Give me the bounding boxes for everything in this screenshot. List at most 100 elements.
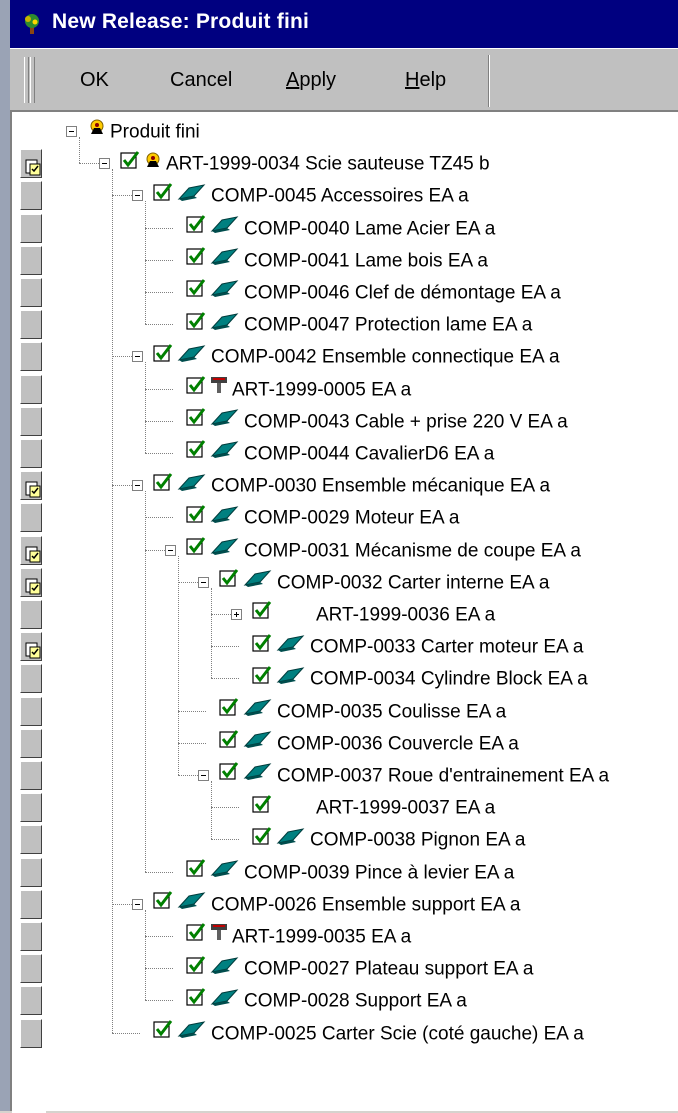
release-checkbox-icon[interactable] [252,631,272,664]
release-checkbox-icon[interactable] [252,663,272,696]
release-checkbox-icon[interactable] [219,759,239,792]
tree-item[interactable]: ART-1999-0035 EA a [173,920,411,953]
tree-item[interactable]: ART-1999-0037 EA a [239,791,495,824]
tree-item[interactable]: COMP-0045 Accessoires EA a [132,179,469,213]
release-checkbox-icon[interactable] [120,148,140,181]
cancel-button[interactable]: Cancel [170,69,232,92]
collapse-button[interactable] [165,544,176,556]
release-checkbox-icon[interactable] [252,792,272,825]
tree-item[interactable]: COMP-0025 Carter Scie (coté gauche) EA a [140,1017,584,1050]
tree-connector-h [145,227,173,229]
part-icon [242,759,274,792]
tree-item-label: COMP-0033 Carter moteur EA a [310,636,584,658]
part-icon [275,631,307,664]
release-checkbox-icon[interactable] [153,1017,173,1050]
release-checkbox-icon[interactable] [186,920,206,953]
tree-item[interactable]: COMP-0029 Moteur EA a [173,501,459,534]
tree-item[interactable]: COMP-0030 Ensemble mécanique EA a [132,469,550,503]
tree-item[interactable]: COMP-0038 Pignon EA a [239,823,525,856]
tree-item-label: ART-1999-0005 EA a [232,379,412,401]
tree-item[interactable]: COMP-0033 Carter moteur EA a [239,630,584,663]
tree-item[interactable]: COMP-0037 Roue d'entrainement EA a [198,759,609,792]
tree-connector-h [145,871,173,873]
release-checkbox-icon[interactable] [153,470,173,503]
part-icon [209,534,241,567]
tree-item[interactable]: COMP-0028 Support EA a [173,984,467,1017]
collapse-button[interactable] [132,898,143,910]
collapse-button[interactable] [132,190,143,202]
tree-item[interactable]: COMP-0026 Ensemble support EA a [132,888,521,921]
tree-item-label: COMP-0034 Cylindre Block EA a [310,668,588,690]
tree-item[interactable]: COMP-0035 Coulisse EA a [206,695,506,728]
tree-item[interactable]: COMP-0039 Pince à levier EA a [173,856,514,889]
tree-item-label: COMP-0043 Cable + prise 220 V EA a [244,411,568,433]
tree-item-label: ART-1999-0037 EA a [316,797,496,819]
release-checkbox-icon[interactable] [219,695,239,728]
tree-connector-h [145,388,173,390]
collapse-button[interactable] [66,126,77,137]
release-checkbox-icon[interactable] [186,212,206,245]
title-bar[interactable]: New Release: Produit fini [10,0,678,48]
release-checkbox-icon[interactable] [153,180,173,213]
release-checkbox-icon[interactable] [186,953,206,986]
tree-item[interactable]: COMP-0047 Protection lame EA a [173,308,532,341]
release-checkbox-icon[interactable] [252,824,272,857]
release-checkbox-icon[interactable] [186,309,206,342]
release-checkbox-icon[interactable] [252,598,272,631]
release-checkbox-icon[interactable] [219,566,239,599]
help-button[interactable]: Help [405,69,446,92]
toolbar-grip[interactable] [24,57,29,103]
tree-item[interactable]: ART-1999-0005 EA a [173,373,411,406]
apply-button[interactable]: Apply [286,69,336,92]
tree-item[interactable]: COMP-0040 Lame Acier EA a [173,212,495,245]
release-checkbox-icon[interactable] [186,856,206,889]
tree-connector-h [211,678,239,680]
tree-item[interactable]: COMP-0044 CavalierD6 EA a [173,437,494,470]
tree-connector-h [178,742,206,744]
release-checkbox-icon[interactable] [153,888,173,921]
release-checkbox-icon[interactable] [186,502,206,535]
tree-item[interactable]: COMP-0043 Cable + prise 220 V EA a [173,405,568,438]
tree-item-label: COMP-0036 Couvercle EA a [277,733,519,755]
tree-item[interactable]: ART-1999-0036 EA a [231,598,495,631]
collapse-button[interactable] [132,351,143,363]
tree-panel: Produit fini ART-1999-0034 Scie sauteuse … [10,110,678,1113]
collapse-button[interactable] [132,480,143,492]
tree-item[interactable]: COMP-0034 Cylindre Block EA a [239,662,588,695]
tree-item[interactable]: Produit fini [66,115,200,148]
tree-item[interactable]: COMP-0046 Clef de démontage EA a [173,276,561,309]
release-checkbox-icon[interactable] [186,276,206,309]
tree-item-label: COMP-0025 Carter Scie (coté gauche) EA a [211,1023,584,1045]
release-checkbox-icon[interactable] [186,437,206,470]
toolbar-grip[interactable] [30,57,35,103]
tree-item[interactable]: ART-1999-0034 Scie sauteuse TZ45 b [99,147,490,181]
article-icon [209,373,229,406]
release-checkbox-icon[interactable] [186,534,206,567]
tree-item[interactable]: COMP-0042 Ensemble connectique EA a [132,340,560,374]
release-checkbox-icon[interactable] [153,341,173,374]
toolbar-separator [488,55,490,107]
release-checkbox-icon[interactable] [219,727,239,760]
release-checkbox-icon[interactable] [186,985,206,1018]
tree-connector-h [145,259,173,261]
collapse-button[interactable] [198,576,209,588]
expand-button[interactable] [231,609,242,620]
release-checkbox-icon[interactable] [186,373,206,406]
tree-item[interactable]: COMP-0031 Mécanisme de coupe EA a [165,534,581,567]
window-title: New Release: Produit fini [52,10,310,33]
collapse-button[interactable] [198,770,209,781]
part-icon [275,663,307,696]
tree-item[interactable]: COMP-0041 Lame bois EA a [173,244,488,277]
tree-item-label: COMP-0028 Support EA a [244,990,467,1012]
tree-item[interactable]: COMP-0036 Couvercle EA a [206,727,519,760]
tree-item-label: COMP-0026 Ensemble support EA a [211,894,521,916]
tree-connector-v [145,491,146,872]
release-checkbox-icon[interactable] [186,405,206,438]
tree-item[interactable]: COMP-0032 Carter interne EA a [198,566,549,599]
ok-button[interactable]: OK [80,69,109,92]
release-window: New Release: Produit fini OK Cancel Appl… [0,0,678,1113]
tree-item[interactable]: COMP-0027 Plateau support EA a [173,952,533,985]
release-checkbox-icon[interactable] [186,244,206,277]
collapse-button[interactable] [99,158,110,170]
tree-connector-h [145,1000,173,1002]
